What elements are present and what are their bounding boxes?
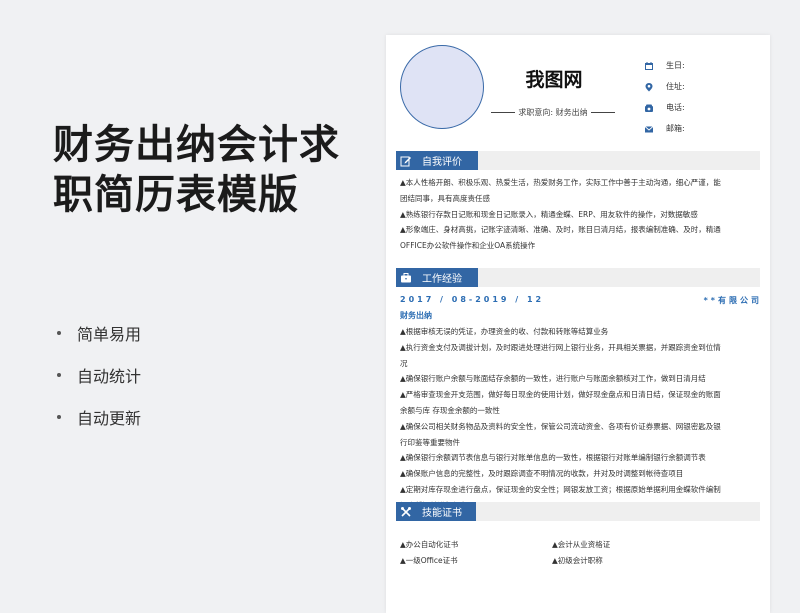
briefcase-icon: [396, 268, 416, 287]
section-work-header: 工作经验: [396, 268, 760, 287]
bullet-dot: [57, 373, 61, 377]
location-icon: [644, 82, 654, 92]
section-tab: 工作经验: [396, 268, 478, 287]
resume-preview: 我图网 求职意向: 财务出纳 生日: 住址: 电话: 邮箱: 自我评价 ▲本人性…: [386, 35, 770, 613]
job-intent-text: 求职意向: 财务出纳: [518, 108, 588, 117]
resume-name: 我图网: [525, 69, 583, 91]
contact-phone: 电话:: [644, 97, 685, 118]
section-skills-header: 技能证书: [396, 502, 760, 521]
contact-birthday: 生日:: [644, 55, 685, 76]
text-line: ▲确保银行账户余额与账面结存余额的一致性，进行账户与账面余额核对工作，做到日清月…: [400, 374, 706, 384]
section-title: 技能证书: [422, 508, 462, 519]
feature-label: 自动更新: [77, 409, 142, 428]
text-line: 团结同事，具有高度责任感: [400, 193, 490, 203]
text-line: ▲根据审核无误的凭证，办理资金的收、付款和转账等结算业务: [400, 327, 609, 336]
divider: [491, 112, 516, 113]
mail-icon: [644, 124, 654, 134]
text-line: ▲严格审查现金开支范围，做好每日现金的使用计划，做好现金盘点和日清日结，保证现金…: [400, 390, 721, 400]
skill-item: ▲办公自动化证书: [400, 540, 459, 549]
title-line-2: 职简历表模版: [53, 172, 299, 218]
job-period: 2017 / 08-2019 / 12: [400, 295, 545, 304]
skills-list: ▲办公自动化证书 ▲会计从业资格证 ▲一级Office证书 ▲初级会计职称: [400, 537, 760, 569]
page-title: 财务出纳会计求 职简历表模版: [53, 120, 340, 220]
bullet-dot: [57, 415, 61, 419]
section-tab: 自我评价: [396, 151, 478, 170]
contact-label: 邮箱:: [666, 124, 685, 133]
section-title: 自我评价: [422, 157, 462, 168]
contact-label: 住址:: [666, 82, 685, 91]
feature-list: 简单易用 自动统计 自动更新: [57, 312, 141, 438]
text-line: ▲确保公司相关财务物品及资料的安全性，保管公司流动资金、各项有价证券票据、网银密…: [400, 421, 721, 431]
contact-list: 生日: 住址: 电话: 邮箱:: [644, 55, 685, 139]
text-line: OFFICE办公软件操作和企业OA系统操作: [400, 241, 536, 251]
job-position: 财务出纳: [400, 311, 432, 320]
edit-icon: [396, 151, 416, 170]
contact-label: 生日:: [666, 61, 685, 70]
phone-icon: [644, 103, 654, 113]
job-header: 2017 / 08-2019 / 12 **有限公司: [400, 295, 762, 306]
text-line: 况: [400, 358, 408, 368]
text-line: ▲形象端庄、身材高挑，记账字迹清晰、准确、及时，账目日清月结，报表编制准确、及时…: [400, 225, 721, 235]
feature-item: 自动统计: [57, 354, 141, 396]
work-duties: ▲根据审核无误的凭证，办理资金的收、付款和转账等结算业务 ▲执行资金支付及调拔计…: [400, 324, 762, 514]
text-line: 余额与库 存现金余额的一致性: [400, 405, 500, 415]
text-line: ▲定期对库存现金进行盘点，保证现金的安全性；网银发放工资；根据原始单据利用金蝶软…: [400, 484, 721, 494]
title-line-1: 财务出纳会计求: [53, 122, 340, 168]
text-line: ▲确保账户信息的完整性，及时跟踪调查不明情况的收款，并对及时调整到帐待查项目: [400, 469, 684, 479]
text-line: 行印鉴等重要物件: [400, 437, 460, 447]
section-tab: 技能证书: [396, 502, 476, 521]
job-company: **有限公司: [703, 296, 762, 305]
text-line: ▲执行资金支付及调拔计划，及时跟进处理进行网上银行业务，开具相关票据，并跟踪资金…: [400, 342, 721, 352]
feature-item: 简单易用: [57, 312, 141, 354]
skill-item: ▲初级会计职称: [552, 556, 603, 565]
skill-item: ▲一级Office证书: [400, 556, 458, 565]
contact-address: 住址:: [644, 76, 685, 97]
avatar: [400, 45, 484, 129]
tools-icon: [396, 502, 416, 521]
feature-item: 自动更新: [57, 396, 141, 438]
feature-label: 简单易用: [77, 325, 142, 344]
divider: [590, 112, 615, 113]
section-title: 工作经验: [422, 274, 462, 285]
feature-label: 自动统计: [77, 367, 142, 386]
calendar-icon: [644, 61, 654, 71]
section-self-eval-header: 自我评价: [396, 151, 760, 170]
text-line: ▲本人性格开朗、积极乐观、热爱生活，热爱财务工作，实际工作中善于主动沟通，细心严…: [400, 178, 721, 187]
contact-label: 电话:: [666, 103, 685, 112]
self-eval-text: ▲本人性格开朗、积极乐观、热爱生活，热爱财务工作，实际工作中善于主动沟通，细心严…: [400, 175, 762, 254]
contact-email: 邮箱:: [644, 118, 685, 139]
text-line: ▲确保银行余额调节表信息与银行对账单信息的一致性，根据银行对账单编制银行余额调节…: [400, 453, 706, 463]
job-intent: 求职意向: 财务出纳: [488, 107, 618, 118]
bullet-dot: [57, 331, 61, 335]
skill-item: ▲会计从业资格证: [552, 540, 611, 549]
text-line: ▲熟练银行存款日记账和现金日记账录入，精通金蝶、ERP、用友软件的操作，对数据敏…: [400, 209, 698, 219]
